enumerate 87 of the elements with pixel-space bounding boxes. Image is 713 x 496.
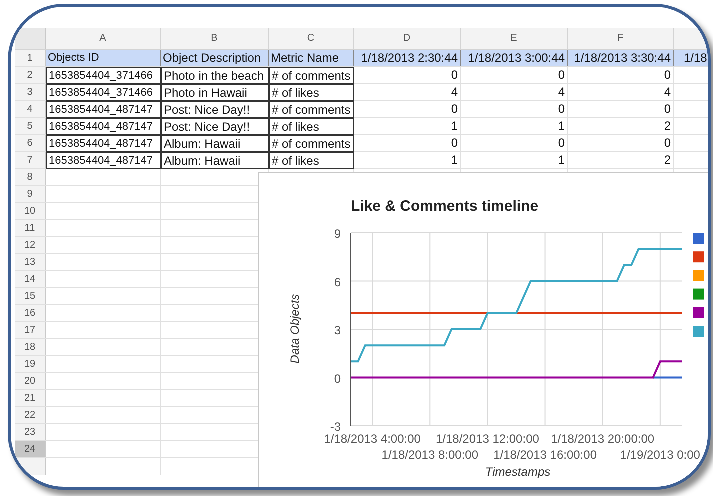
table-cell: Post: Nice Day!! [161, 101, 269, 118]
table-cell: # of likes [269, 118, 354, 135]
x-axis-title: Timestamps [485, 465, 551, 479]
row-header[interactable]: 12 [15, 237, 46, 253]
table-cell: Post: Nice Day!! [161, 118, 269, 135]
row-header[interactable]: 17 [15, 322, 46, 338]
table-cell: 0 [568, 67, 674, 83]
table-cell: 0 [568, 101, 674, 117]
table-cell: 1 [354, 152, 461, 168]
column-header[interactable]: F [568, 28, 674, 49]
table-cell: 1 [354, 118, 461, 134]
y-tick-label: 9 [334, 227, 341, 241]
table-cell: 1 [461, 118, 568, 134]
row-header[interactable]: 13 [15, 254, 46, 270]
table-cell: # of likes [269, 84, 354, 101]
row-header[interactable]: 5 [15, 118, 46, 134]
x-tick-label: 1/18/2013 8:00:00 [382, 448, 479, 462]
row-header[interactable]: 10 [15, 203, 46, 219]
row-header[interactable]: 4 [15, 101, 46, 117]
table-cell: 1 [461, 152, 568, 168]
y-tick-label: -3 [330, 420, 341, 434]
table-cell: 1/18/2013 2:30:44 [354, 50, 461, 66]
row-header[interactable]: 3 [15, 84, 46, 100]
row-header[interactable]: 19 [15, 356, 46, 372]
row-header[interactable]: 18 [15, 339, 46, 355]
table-cell: Object Description [161, 50, 269, 66]
table-cell: 0 [354, 101, 461, 117]
column-header[interactable]: B [161, 28, 269, 49]
table-cell: 0 [461, 135, 568, 151]
table-cell: Metric Name [269, 50, 354, 66]
y-axis-title: Data Objects [288, 294, 302, 364]
row-header[interactable]: 1 [15, 50, 46, 66]
row-header[interactable]: 21 [15, 390, 46, 406]
column-header[interactable]: C [269, 28, 354, 49]
table-cell: 4 [354, 84, 461, 100]
row-header[interactable]: 15 [15, 288, 46, 304]
x-tick-label: 1/18/2013 4:00:00 [324, 432, 421, 446]
table-cell: 1653854404_371466 [46, 67, 161, 84]
x-tick-label: 1/19/2013 0:00 [620, 448, 700, 462]
column-header[interactable]: D [354, 28, 461, 49]
row-header[interactable]: 7 [15, 152, 46, 168]
table-cell: 2 [568, 152, 674, 168]
row-header[interactable]: 14 [15, 271, 46, 287]
table-cell: Objects ID [46, 50, 161, 66]
table-cell: Album: Hawaii [161, 135, 269, 152]
row-header[interactable]: 20 [15, 373, 46, 389]
x-tick-label: 1/18/2013 16:00:00 [494, 448, 597, 462]
table-cell: Album: Hawaii [161, 152, 269, 169]
table-cell: # of likes [269, 152, 354, 169]
table-cell: 0 [461, 67, 568, 83]
table-cell: # of comments [269, 67, 354, 84]
table-cell: # of comments [269, 101, 354, 118]
table-cell: 1/18/2013 3:00:44 [461, 50, 568, 66]
table-cell: 1653854404_487147 [46, 152, 161, 169]
row-header[interactable]: 8 [15, 169, 46, 185]
table-cell: 0 [354, 135, 461, 151]
table-cell: # of comments [269, 135, 354, 152]
row-header[interactable]: 9 [15, 186, 46, 202]
row-header[interactable]: 24 [15, 441, 46, 457]
y-tick-label: 0 [334, 372, 341, 386]
y-tick-label: 3 [334, 324, 341, 338]
table-cell: 1653854404_487147 [46, 118, 161, 135]
row-header[interactable]: 2 [15, 67, 46, 83]
column-header[interactable]: E [461, 28, 568, 49]
table-cell: Photo in Hawaii [161, 84, 269, 101]
table-cell: 4 [568, 84, 674, 100]
column-header[interactable]: A [46, 28, 161, 49]
y-tick-label: 6 [334, 275, 341, 290]
table-cell: 1653854404_487147 [46, 101, 161, 118]
row-header[interactable]: 6 [15, 135, 46, 151]
row-header[interactable]: 23 [15, 424, 46, 440]
table-cell: 0 [354, 67, 461, 83]
table-cell: Photo in the beach [161, 67, 269, 84]
row-header[interactable]: 16 [15, 305, 46, 321]
table-cell: 1/18 [674, 50, 708, 66]
table-cell: 1653854404_487147 [46, 135, 161, 152]
table-cell: 2 [568, 118, 674, 134]
table-cell: 0 [461, 101, 568, 117]
x-tick-label: 1/18/2013 20:00:00 [551, 432, 655, 446]
table-cell: 1653854404_371466 [46, 84, 161, 101]
table-cell: 4 [461, 84, 568, 100]
table-cell: 1/18/2013 3:30:44 [568, 50, 674, 66]
chart-title: Like & Comments timeline [351, 198, 539, 215]
table-cell: 0 [568, 135, 674, 151]
row-header[interactable]: 22 [15, 407, 46, 423]
x-tick-label: 1/18/2013 12:00:00 [436, 432, 540, 446]
row-header[interactable]: 11 [15, 220, 46, 236]
